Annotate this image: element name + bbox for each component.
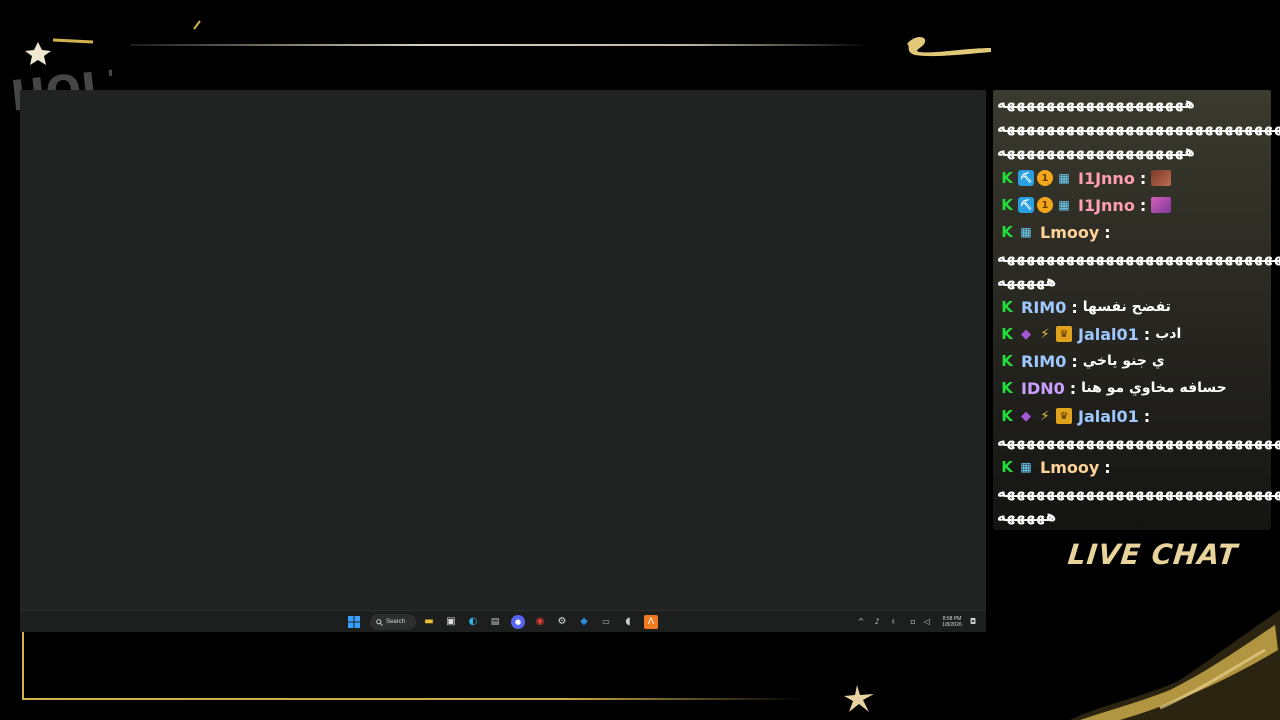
og-badge-icon: ▦ <box>1058 198 1070 212</box>
chat-separator: : <box>1139 168 1147 188</box>
chat-message: K ▦ Lmooy : <box>999 457 1113 477</box>
chat-separator: : <box>1071 297 1078 317</box>
chat-separator: : <box>1143 324 1151 344</box>
chat-message: K ◆ ⚡ ♛ Jalal01 : <box>999 406 1152 426</box>
taskbar-search-box[interactable]: Search <box>370 614 416 630</box>
gold-swoosh-decoration <box>907 37 991 57</box>
screen-capture: Search ▬ ▣ ◐ ▤ ● ◉ ⚙ ◆ ▭ ◖ Λ ^ ♪ ع ▫ ◁ 8… <box>20 90 986 632</box>
chat-message: K ◆ ⚡ ♛ Jalal01 : ادب <box>999 324 1181 344</box>
input-language[interactable]: ع <box>892 618 895 624</box>
chat-separator: : <box>1104 222 1111 242</box>
file-explorer-icon[interactable]: ▬ <box>422 615 436 629</box>
og-badge-icon: ▦ <box>1020 460 1032 474</box>
chat-message-line: هههههه <box>997 507 1057 525</box>
live-chat-panel: هههههههههههههههههههه ههههههههههههههههههه… <box>993 90 1280 530</box>
emote-pink-icon <box>1151 197 1172 213</box>
volume-icon[interactable]: ◁ <box>920 615 934 629</box>
kick-badge-icon: K <box>1001 223 1013 241</box>
kick-badge-icon: K <box>1001 325 1013 343</box>
chat-username[interactable]: Jalal01 <box>1078 325 1139 344</box>
discord-icon[interactable]: ● <box>511 615 525 629</box>
live-chat-label: LIVE CHAT <box>1066 538 1240 571</box>
bolt-badge-icon: ⚡ <box>1040 408 1050 424</box>
store-icon[interactable]: ▣ <box>444 615 458 629</box>
cube-badge-icon: ◆ <box>1021 408 1031 424</box>
crown-badge-icon: ♛ <box>1056 326 1072 342</box>
chat-message: K RIM0 : ي جنو ياخي <box>999 351 1165 371</box>
network-icon[interactable]: ▫ <box>906 615 920 629</box>
chat-message-line: هههههههههههههههههههههههههههههه <box>997 483 1280 501</box>
windows-taskbar: Search ▬ ▣ ◐ ▤ ● ◉ ⚙ ◆ ▭ ◖ Λ ^ ♪ ع ▫ ◁ 8… <box>20 610 986 632</box>
steam-blue-icon[interactable]: ◆ <box>577 615 591 629</box>
chat-text: حسافه مخاوي مو هنا <box>1081 380 1227 396</box>
windows-start-icon[interactable] <box>347 615 361 629</box>
kick-badge-icon: K <box>1001 196 1013 214</box>
desktop-area <box>20 90 986 610</box>
emote-brown-icon <box>1151 170 1172 186</box>
chat-username[interactable]: IDN0 <box>1021 379 1065 398</box>
chrome-icon[interactable]: ◉ <box>533 615 547 629</box>
chat-username[interactable]: Jalal01 <box>1078 407 1139 426</box>
search-label: Search <box>386 619 406 625</box>
microphone-icon[interactable]: ♪ <box>870 615 884 629</box>
chat-username[interactable]: I1Jnno <box>1078 196 1135 215</box>
crown-badge-icon: ♛ <box>1056 408 1072 424</box>
og-badge-icon: ▦ <box>1020 225 1032 239</box>
chat-message-line: هههههههههههههههههههه <box>997 94 1195 112</box>
task-app-icon[interactable]: ▤ <box>488 615 502 629</box>
chat-message: K ▦ Lmooy : <box>999 222 1113 242</box>
chat-message-line: هههههههههههههههههههههههههههههه <box>997 248 1280 266</box>
kick-badge-icon: K <box>1001 379 1013 397</box>
chat-separator: : <box>1069 378 1077 398</box>
keyboard-icon[interactable]: ▭ <box>599 615 613 629</box>
kick-badge-icon: K <box>1001 352 1013 370</box>
number-one-badge-icon: 1 <box>1037 197 1053 213</box>
chat-message-line: هههههههههههههههههههههههههههههه <box>997 432 1280 450</box>
chat-separator: : <box>1143 406 1151 426</box>
number-one-badge-icon: 1 <box>1037 170 1053 186</box>
chat-username[interactable]: Lmooy <box>1040 458 1099 477</box>
chat-message: K ⛏ 1 ▦ I1Jnno : <box>999 168 1172 188</box>
chat-text: تفضح نفسها <box>1082 299 1171 315</box>
cube-badge-icon: ◆ <box>1021 326 1031 342</box>
bolt-badge-icon: ⚡ <box>1040 326 1050 342</box>
search-icon <box>376 618 383 626</box>
chat-text: ادب <box>1155 326 1182 342</box>
top-divider-line <box>130 44 870 46</box>
chat-message-line: هههههههههههههههههههههههههههههه <box>997 118 1280 136</box>
gold-frame-bottom <box>22 698 802 700</box>
orange-app-icon[interactable]: Λ <box>644 615 658 629</box>
edge-icon[interactable]: ◐ <box>466 615 480 629</box>
chat-username[interactable]: RIM0 <box>1021 352 1066 371</box>
steam-icon[interactable]: ⚙ <box>555 615 569 629</box>
chat-separator: : <box>1071 351 1078 371</box>
chat-message-line: هههههههههههههههههههه <box>997 142 1195 160</box>
og-badge-icon: ▦ <box>1058 171 1070 185</box>
chat-separator: : <box>1104 457 1111 477</box>
kick-badge-icon: K <box>1001 169 1013 187</box>
chat-message-line: هههههه <box>997 272 1057 290</box>
kick-badge-icon: K <box>1001 407 1013 425</box>
chat-message: K ⛏ 1 ▦ I1Jnno : <box>999 195 1172 215</box>
chat-username[interactable]: RIM0 <box>1021 298 1066 317</box>
app-icon[interactable]: ◖ <box>621 615 635 629</box>
chat-text: ي جنو ياخي <box>1082 353 1165 369</box>
pickaxe-badge-icon: ⛏ <box>1018 197 1034 213</box>
chat-username[interactable]: I1Jnno <box>1078 169 1135 188</box>
star-icon <box>844 685 874 712</box>
kick-badge-icon: K <box>1001 458 1013 476</box>
notification-bell-icon[interactable]: ◘ <box>966 615 980 629</box>
taskbar-clock[interactable]: 8:58 PM 1/8/2026 <box>937 616 967 628</box>
chevron-up-icon[interactable]: ^ <box>854 615 868 629</box>
pickaxe-badge-icon: ⛏ <box>1018 170 1034 186</box>
chat-message: K IDN0 : حسافه مخاوي مو هنا <box>999 378 1227 398</box>
gold-brush-texture <box>1070 610 1280 720</box>
clock-date: 1/8/2026 <box>942 622 962 628</box>
chat-username[interactable]: Lmooy <box>1040 223 1099 242</box>
chat-message: K RIM0 : تفضح نفسها <box>999 297 1171 317</box>
chat-separator: : <box>1139 195 1147 215</box>
kick-badge-icon: K <box>1001 298 1013 316</box>
spark-decoration <box>193 20 201 30</box>
